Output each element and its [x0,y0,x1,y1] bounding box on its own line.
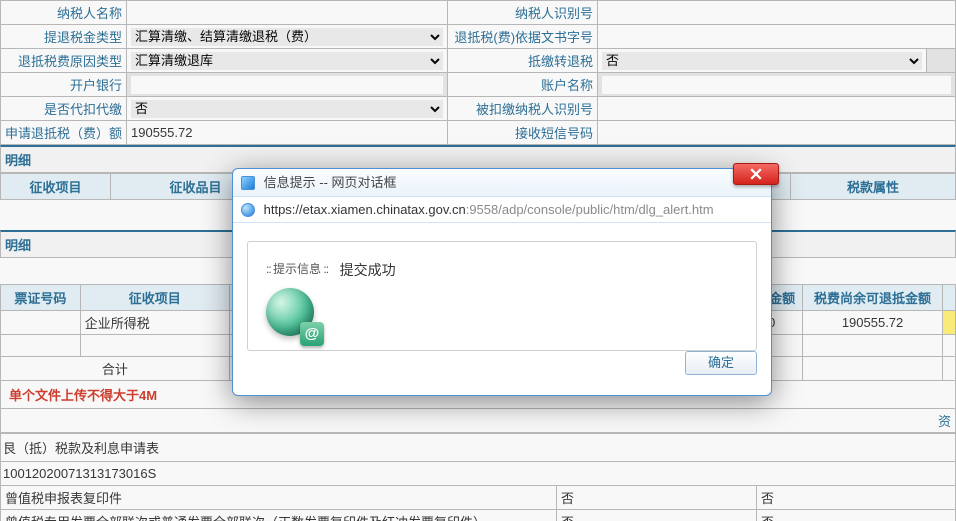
hdr-sssx: 税款属性 [791,174,956,200]
tip-text: 提交成功 [340,260,396,280]
inp-sms[interactable] [602,124,951,142]
sub-hdr-item: 征收项目 [80,285,229,311]
attach-table: 艮（抵）税款及利息申请表 10012020071313173016S 曾值税申报… [0,433,956,521]
table-row: 艮（抵）税款及利息申请表 [1,434,956,462]
lbl-taxpayer-id: 纳税人识别号 [448,1,598,25]
tip-label: 提示信息 [266,260,328,277]
row-item: 企业所得税 [80,311,229,335]
inp-bank[interactable] [131,76,443,94]
lbl-doc-no: 退抵税(费)依据文书字号 [448,25,598,49]
inp-doc-no[interactable] [602,28,951,46]
table-row: 曾值税专用发票全部联次或普通发票全部联次（正数发票复印件及红冲发票复印件） 否 … [1,510,956,521]
lbl-agent: 是否代扣代缴 [1,97,127,121]
total-label: 合计 [1,357,230,381]
ie-page-icon [241,176,255,190]
sub-hdr-remain: 税费尚余可退抵金额 [803,285,943,311]
dialog-title-text: 信息提示 -- 网页对话框 [264,175,397,190]
lbl-apply-amt: 申请退抵税（费）额 [1,121,127,145]
form-grid: 纳税人名称 纳税人识别号 提退税金类型 汇算清缴、结算清缴退税（费） 退抵税(费… [0,0,956,145]
sel-refund-type[interactable]: 汇算清缴、结算清缴退税（费） [131,28,443,46]
lbl-withheld-id: 被扣缴纳税人识别号 [448,97,598,121]
close-button[interactable] [733,163,779,185]
lbl-taxpayer-name: 纳税人名称 [1,1,127,25]
at-icon: @ [300,322,324,346]
inp-taxpayer-name[interactable] [131,4,443,22]
table-row: 曾值税申报表复印件 否 否 [1,486,956,510]
ok-button[interactable]: 确定 [685,351,757,375]
inp-taxpayer-id[interactable] [602,4,951,22]
close-icon [750,168,762,180]
dialog-icon: @ [266,288,322,344]
table-row: 10012020071313173016S [1,462,956,486]
zi-label: 资 [1,409,956,433]
sel-agent[interactable]: 否 [131,100,443,118]
sel-reason[interactable]: 汇算清缴退库 [131,52,443,70]
ie-globe-icon [241,203,255,217]
row-remain: 190555.72 [803,311,943,335]
sub-hdr-voucher: 票证号码 [1,285,81,311]
alert-dialog: 信息提示 -- 网页对话框 https://etax.xiamen.chinat… [232,168,772,396]
dialog-url-rest: :9558/adp/console/public/htm/dlg_alert.h… [466,202,714,217]
dialog-titlebar[interactable]: 信息提示 -- 网页对话框 [233,169,771,197]
inp-withheld-id[interactable] [602,100,951,118]
val-apply-amt: 190555.72 [127,121,448,145]
dialog-url-host: https://etax.xiamen.chinatax.gov.cn [264,202,466,217]
hdr-zsxm: 征收项目 [1,174,111,200]
lbl-offset: 抵缴转退税 [448,49,598,73]
lbl-sms: 接收短信号码 [448,121,598,145]
dialog-url-bar: https://etax.xiamen.chinatax.gov.cn:9558… [233,197,771,223]
lbl-bank: 开户银行 [1,73,127,97]
inp-acct-name[interactable] [602,76,951,94]
sel-offset[interactable]: 否 [602,52,922,70]
lbl-reason: 退抵税费原因类型 [1,49,127,73]
lbl-acct-name: 账户名称 [448,73,598,97]
offset-extra [926,49,955,73]
lbl-refund-type: 提退税金类型 [1,25,127,49]
